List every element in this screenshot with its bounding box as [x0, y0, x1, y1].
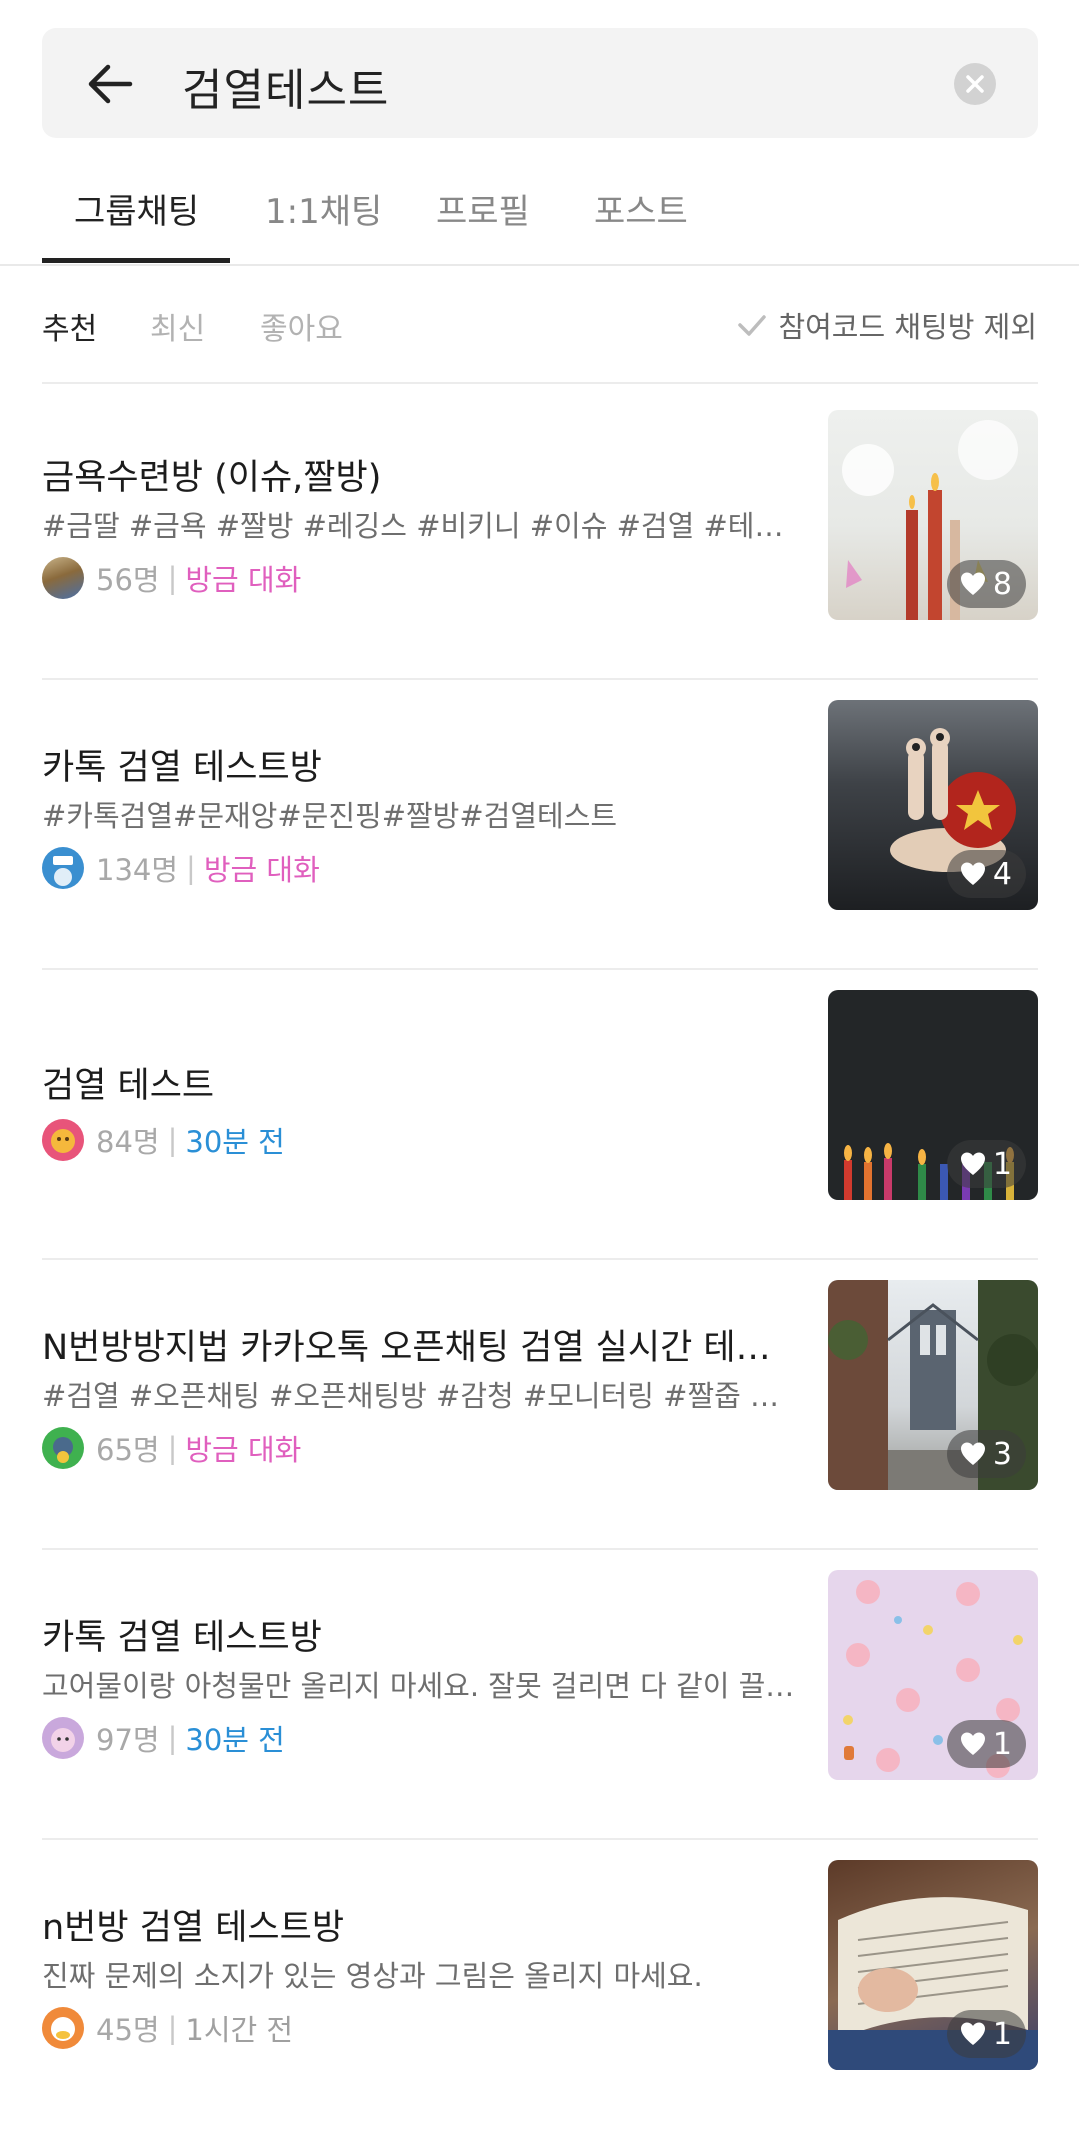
sort-recommended[interactable]: 추천 [42, 304, 97, 348]
separator: | [186, 851, 196, 885]
separator: | [167, 2011, 178, 2045]
room-title: 검열 테스트 [42, 1066, 215, 1106]
room-hashtags: #카톡검열#문재앙#문진핑#짤방#검열테스트 [42, 799, 618, 833]
room-avatar [42, 1427, 84, 1469]
room-hashtags: #금딸 #금욕 #짤방 #레깅스 #비키니 #이슈 #검열 #테스트 #야짤 [42, 509, 802, 543]
room-avatar [42, 1119, 84, 1161]
sort-likes[interactable]: 좋아요 [260, 304, 343, 348]
last-activity: 1시간 전 [185, 2013, 294, 2047]
divider [42, 382, 1038, 384]
room-avatar [42, 847, 84, 889]
room-title: 카톡 검열 테스트방 [42, 748, 322, 788]
heart-icon [960, 862, 985, 885]
room-thumbnail: 4 [828, 700, 1038, 910]
heart-icon [960, 2022, 985, 2045]
member-count: 65명 [96, 1433, 160, 1467]
heart-icon [960, 1442, 985, 1465]
last-activity: 30분 전 [185, 1125, 285, 1159]
sort-bar: 추천 최신 좋아요 참여코드 채팅방 제외 [0, 268, 1079, 384]
room-thumbnail: 3 [828, 1280, 1038, 1490]
back-arrow-icon[interactable] [84, 58, 136, 110]
room-description: 진짜 문제의 소지가 있는 영상과 그림은 올리지 마세요. [42, 1959, 703, 1993]
room-thumbnail: 1 [828, 990, 1038, 1200]
like-badge: 4 [946, 850, 1026, 898]
chat-room-item[interactable]: 카톡 검열 테스트방 #카톡검열#문재앙#문진핑#짤방#검열테스트 134명 |… [42, 680, 1038, 970]
like-count: 1 [992, 2016, 1012, 2052]
clear-search-button[interactable] [954, 63, 996, 105]
room-meta: 84명 | 30분 전 [42, 1116, 802, 1164]
member-count: 134명 [96, 853, 179, 887]
search-input[interactable]: 검열테스트 [182, 54, 389, 118]
room-title: n번방 검열 테스트방 [42, 1908, 345, 1948]
room-hashtags: #검열 #오픈채팅 #오픈채팅방 #감청 #모니터링 #짤줍 #움짤 [42, 1379, 802, 1413]
chat-room-item[interactable]: N번방방지법 카카오톡 오픈채팅 검열 실시간 테스트방 #검열 #오픈채팅 #… [42, 1260, 1038, 1550]
tab-group-chat[interactable]: 그룹채팅 [74, 184, 199, 233]
room-meta: 134명 | 방금 대화 [42, 844, 802, 892]
active-tab-indicator [42, 258, 230, 263]
last-activity: 방금 대화 [203, 853, 320, 887]
tab-post[interactable]: 포스트 [594, 184, 688, 233]
room-title: N번방방지법 카카오톡 오픈채팅 검열 실시간 테스트방 [42, 1328, 802, 1368]
room-title: 금욕수련방 (이슈,짤방) [42, 458, 382, 498]
search-bar: 검열테스트 [42, 28, 1038, 138]
chat-room-item[interactable]: 금욕수련방 (이슈,짤방) #금딸 #금욕 #짤방 #레깅스 #비키니 #이슈 … [42, 390, 1038, 680]
member-count: 97명 [96, 1723, 160, 1757]
heart-icon [960, 1732, 985, 1755]
separator: | [167, 561, 178, 595]
room-meta: 56명 | 방금 대화 [42, 554, 802, 602]
exclude-label: 참여코드 채팅방 제외 [778, 310, 1037, 344]
room-thumbnail: 1 [828, 1860, 1038, 2070]
like-count: 1 [992, 1146, 1012, 1182]
heart-icon [960, 1152, 985, 1175]
heart-icon [960, 572, 985, 595]
last-activity: 방금 대화 [185, 1433, 302, 1467]
member-count: 45명 [96, 2013, 160, 2047]
room-description: 고어물이랑 아청물만 올리지 마세요. 잘못 걸리면 다 같이 끌려가요 [42, 1669, 802, 1703]
separator: | [167, 1123, 178, 1157]
separator: | [167, 1721, 178, 1755]
like-badge: 1 [946, 1140, 1026, 1188]
like-count: 4 [992, 856, 1012, 892]
room-title: 카톡 검열 테스트방 [42, 1618, 322, 1658]
separator: | [167, 1431, 178, 1465]
member-count: 56명 [96, 563, 160, 597]
exclude-code-rooms-toggle[interactable]: 참여코드 채팅방 제외 [736, 304, 1037, 346]
room-meta: 45명 | 1시간 전 [42, 2004, 802, 2052]
chat-room-item[interactable]: n번방 검열 테스트방 진짜 문제의 소지가 있는 영상과 그림은 올리지 마세… [42, 1840, 1038, 2130]
member-count: 84명 [96, 1125, 160, 1159]
room-avatar [42, 557, 84, 599]
like-count: 8 [992, 566, 1012, 602]
tab-bar: 그룹채팅 1:1채팅 프로필 포스트 [0, 150, 1079, 266]
like-badge: 1 [946, 2010, 1026, 2058]
room-thumbnail: 8 [828, 410, 1038, 620]
like-badge: 3 [946, 1430, 1026, 1478]
close-icon [966, 75, 984, 93]
room-thumbnail: 1 [828, 1570, 1038, 1780]
like-badge: 1 [946, 1720, 1026, 1768]
room-meta: 97명 | 30분 전 [42, 1714, 802, 1762]
like-count: 1 [992, 1726, 1012, 1762]
tab-one-on-one-chat[interactable]: 1:1채팅 [265, 184, 382, 233]
chat-room-item[interactable]: 카톡 검열 테스트방 고어물이랑 아청물만 올리지 마세요. 잘못 걸리면 다 … [42, 1550, 1038, 1840]
room-avatar [42, 1717, 84, 1759]
like-badge: 8 [946, 560, 1026, 608]
chat-room-item[interactable]: 검열 테스트 84명 | 30분 전 1 [42, 970, 1038, 1260]
like-count: 3 [992, 1436, 1012, 1472]
room-avatar [42, 2007, 84, 2049]
check-icon [738, 315, 767, 336]
tab-profile[interactable]: 프로필 [436, 184, 530, 233]
last-activity: 30분 전 [185, 1723, 285, 1757]
last-activity: 방금 대화 [185, 563, 302, 597]
room-meta: 65명 | 방금 대화 [42, 1424, 802, 1472]
sort-latest[interactable]: 최신 [150, 304, 205, 348]
